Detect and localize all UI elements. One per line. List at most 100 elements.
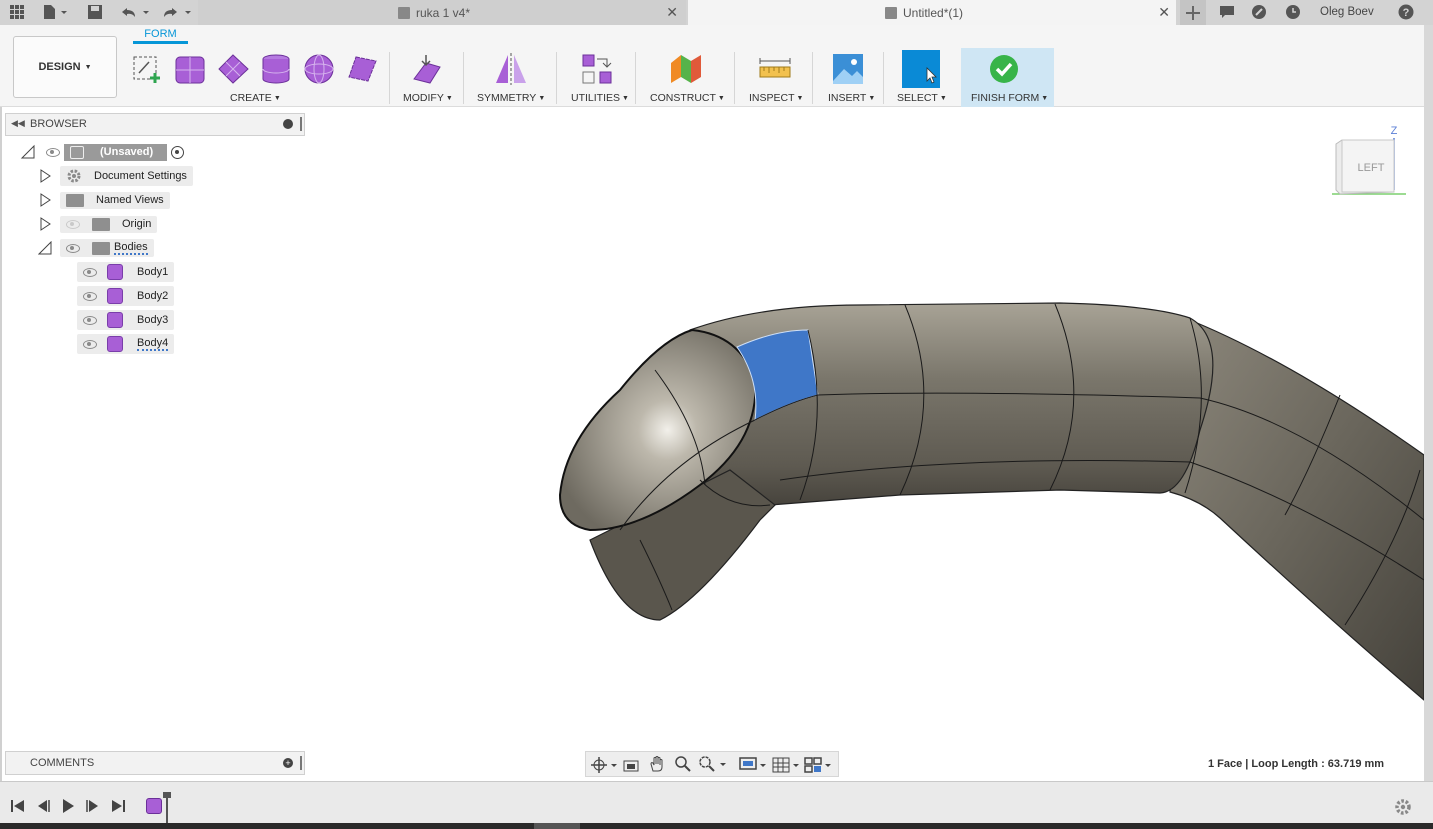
symmetry-menu[interactable]: SYMMETRY ▼: [477, 92, 545, 104]
job-status-icon[interactable]: [1250, 3, 1268, 21]
visibility-eye-icon[interactable]: [83, 315, 97, 325]
apps-grid-icon[interactable]: [8, 3, 26, 21]
timeline-marker[interactable]: [166, 796, 168, 824]
select-icon[interactable]: [902, 50, 940, 88]
browser-item-origin[interactable]: Origin: [38, 214, 158, 234]
divider: [734, 52, 735, 104]
create-menu[interactable]: CREATE ▼: [230, 92, 281, 104]
go-to-start-icon[interactable]: [10, 798, 26, 814]
add-comment-icon[interactable]: +: [283, 758, 293, 768]
create-sketch-icon[interactable]: [131, 53, 163, 85]
file-menu-icon[interactable]: [40, 3, 70, 21]
finish-form-label: FINISH FORM: [971, 92, 1040, 104]
browser-body-row[interactable]: Body1: [77, 262, 175, 282]
visibility-eye-icon[interactable]: [83, 267, 97, 277]
body-label: Body4: [137, 337, 169, 351]
undo-icon[interactable]: [118, 3, 152, 21]
browser-panel-header[interactable]: ◀◀ BROWSER: [5, 113, 305, 136]
go-to-end-icon[interactable]: [110, 798, 126, 814]
root-component-label[interactable]: (Unsaved): [64, 143, 168, 161]
visibility-eye-icon[interactable]: [66, 243, 80, 253]
insert-image-icon[interactable]: [832, 53, 864, 85]
browser-body-row[interactable]: Body3: [77, 310, 175, 330]
viewports-icon[interactable]: [804, 756, 834, 774]
expand-triangle-icon[interactable]: [38, 241, 52, 255]
grid-settings-icon[interactable]: [772, 756, 802, 774]
document-icon: [398, 6, 410, 19]
workspace-switcher[interactable]: DESIGN ▼: [13, 36, 117, 98]
comments-panel-header[interactable]: COMMENTS +: [5, 751, 305, 775]
browser-body-row[interactable]: Body2: [77, 286, 175, 306]
browser-item-bodies[interactable]: Bodies: [38, 238, 154, 258]
modify-icon[interactable]: [410, 53, 442, 85]
finish-form-menu[interactable]: FINISH FORM ▼: [971, 92, 1048, 104]
tab-document-1[interactable]: ruka 1 v4* ✕: [198, 0, 686, 25]
viewcube-face-label[interactable]: LEFT: [1358, 162, 1385, 174]
redo-icon[interactable]: [160, 3, 194, 21]
body-label: Body1: [137, 266, 169, 278]
tab-title: ruka 1 v4*: [416, 5, 471, 20]
panel-options-icon[interactable]: [283, 119, 293, 129]
utilities-icon[interactable]: [581, 53, 613, 85]
orbit-icon[interactable]: [590, 756, 618, 774]
browser-item-named-views[interactable]: Named Views: [38, 190, 170, 210]
symmetry-label: SYMMETRY: [477, 92, 537, 104]
insert-menu[interactable]: INSERT ▼: [828, 92, 875, 104]
expand-triangle-icon[interactable]: [38, 217, 52, 231]
divider: [635, 52, 636, 104]
expand-triangle-icon[interactable]: [38, 169, 52, 183]
face-form-icon[interactable]: [346, 53, 378, 85]
step-forward-icon[interactable]: [85, 798, 101, 814]
inspect-menu[interactable]: INSPECT ▼: [749, 92, 803, 104]
step-back-icon[interactable]: [35, 798, 51, 814]
visibility-eye-icon[interactable]: [83, 291, 97, 301]
panel-resize-handle[interactable]: [300, 117, 302, 131]
visibility-eye-icon[interactable]: [83, 339, 97, 349]
user-name[interactable]: Oleg Boev: [1320, 3, 1374, 21]
utilities-menu[interactable]: UTILITIES ▼: [571, 92, 629, 104]
comment-icon[interactable]: [1218, 3, 1236, 21]
cylinder-form-icon[interactable]: [260, 53, 292, 85]
plane-form-icon[interactable]: [217, 53, 249, 85]
chevron-down-icon: ▼: [939, 95, 947, 102]
3d-viewport[interactable]: [0, 107, 1424, 781]
symmetry-icon[interactable]: [494, 53, 526, 85]
gear-icon: [67, 169, 81, 183]
clock-icon[interactable]: [1284, 3, 1302, 21]
select-menu[interactable]: SELECT ▼: [897, 92, 947, 104]
pan-hand-icon[interactable]: [648, 755, 666, 773]
check-circle-icon[interactable]: [988, 53, 1020, 85]
timeline-form-feature-icon[interactable]: [146, 798, 162, 814]
expand-triangle-icon[interactable]: [38, 193, 52, 207]
construct-plane-icon[interactable]: [669, 53, 701, 85]
activate-component-icon[interactable]: [171, 145, 185, 159]
new-tab-button[interactable]: [1180, 0, 1206, 25]
measure-ruler-icon[interactable]: [758, 53, 791, 85]
tube-body[interactable]: [558, 302, 1424, 701]
look-at-icon[interactable]: [622, 756, 640, 774]
close-icon[interactable]: ✕: [666, 4, 678, 21]
visibility-eye-icon[interactable]: [46, 147, 60, 157]
save-icon[interactable]: [86, 3, 104, 21]
browser-root-row[interactable]: (Unsaved): [20, 142, 185, 162]
fit-zoom-icon[interactable]: [698, 755, 728, 773]
visibility-hidden-icon[interactable]: [66, 219, 80, 229]
display-settings-icon[interactable]: [739, 756, 769, 774]
collapse-panel-icon[interactable]: ◀◀: [11, 118, 25, 129]
expand-triangle-icon[interactable]: [20, 144, 36, 160]
construct-menu[interactable]: CONSTRUCT ▼: [650, 92, 725, 104]
close-icon[interactable]: ✕: [1158, 4, 1170, 21]
tab-document-2[interactable]: Untitled*(1) ✕: [688, 0, 1176, 25]
modify-menu[interactable]: MODIFY ▼: [403, 92, 453, 104]
tab-form[interactable]: FORM: [133, 28, 188, 44]
viewcube[interactable]: LEFT Z: [1326, 122, 1408, 200]
gear-icon[interactable]: [1394, 798, 1412, 816]
play-icon[interactable]: [60, 798, 76, 814]
panel-resize-handle[interactable]: [300, 756, 302, 770]
help-icon[interactable]: ?: [1397, 3, 1415, 21]
browser-item-document-settings[interactable]: Document Settings: [38, 166, 193, 186]
browser-body-row[interactable]: Body4: [77, 334, 175, 354]
box-form-icon[interactable]: [174, 53, 206, 85]
zoom-icon[interactable]: [674, 755, 692, 773]
sphere-form-icon[interactable]: [303, 53, 335, 85]
